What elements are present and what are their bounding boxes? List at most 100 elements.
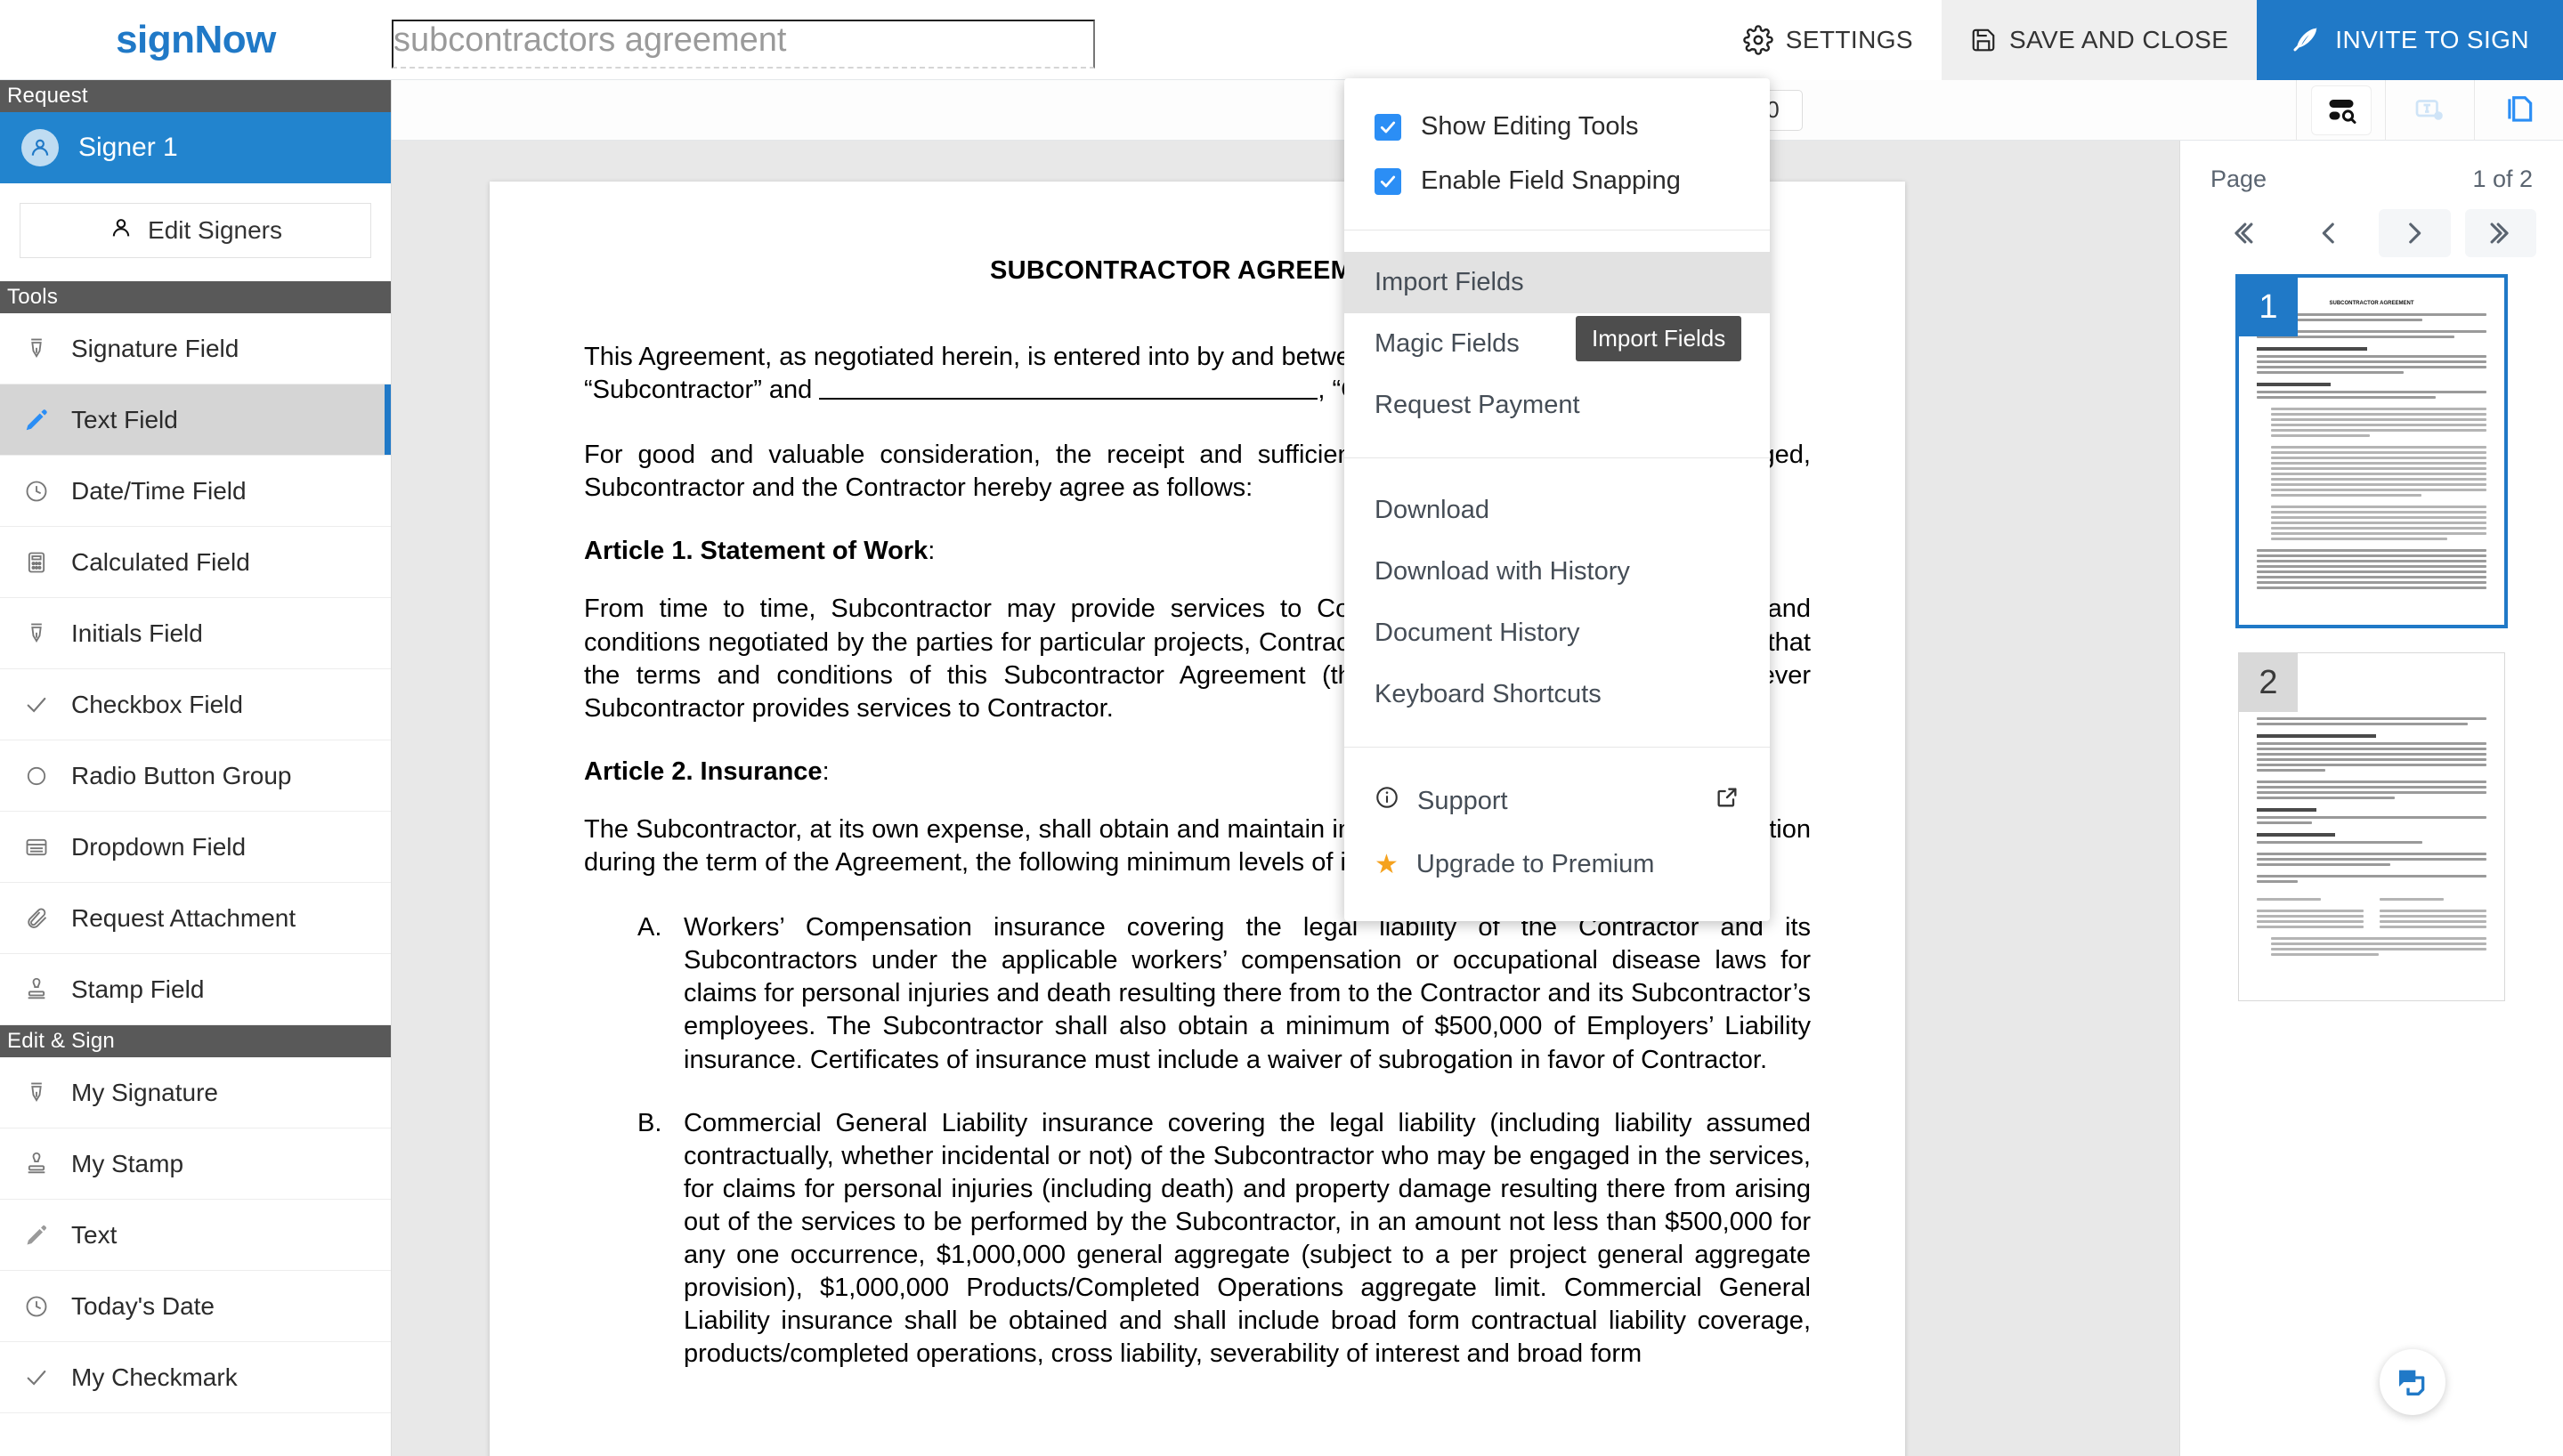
user-avatar-icon [21, 129, 59, 166]
page-indicator: Page 1 of 2 [2180, 141, 2563, 204]
sidebar-item-label: Text [71, 1220, 118, 1249]
duplicate-pages-icon[interactable] [2474, 80, 2563, 141]
menu-checkbox-show-editing-tools[interactable]: Show Editing Tools [1344, 100, 1770, 154]
article-2-colon: : [822, 756, 830, 786]
first-page-icon[interactable] [2207, 209, 2279, 257]
menu-item-upgrade-to-premium[interactable]: ★ Upgrade to Premium [1344, 833, 1770, 896]
sidebar-item-label: Signature Field [71, 334, 239, 362]
sidebar-item-request-attachment[interactable]: Request Attachment [0, 883, 391, 954]
invite-to-sign-button[interactable]: INVITE TO SIGN [2257, 0, 2563, 80]
menu-item-document-history[interactable]: Document History [1344, 603, 1770, 664]
sidebar-item-signer-1[interactable]: Signer 1 [0, 112, 391, 183]
sidebar-item-stamp-field[interactable]: Stamp Field [0, 954, 391, 1025]
save-and-close-button[interactable]: SAVE AND CLOSE [1941, 0, 2258, 80]
app-header: signNow SETTINGS SAVE AND CLOS [0, 0, 2563, 80]
floppy-disk-icon [1970, 27, 1997, 53]
star-icon: ★ [1375, 850, 1399, 879]
document-options-menu: Show Editing Tools Enable Field Snapping… [1344, 78, 1770, 921]
sidebar-item-label: Dropdown Field [71, 832, 247, 861]
article-1-colon: : [928, 537, 936, 566]
menu-item-label: Upgrade to Premium [1415, 850, 1655, 878]
list-marker: B. [637, 1108, 662, 1137]
sidebar-item-my-checkmark[interactable]: My Checkmark [0, 1342, 391, 1413]
document-insurance-list: A. Workers’ Compensation insurance cover… [584, 911, 1811, 1371]
menu-checkbox-label: Show Editing Tools [1421, 112, 1639, 141]
para1-part-c: “Subcontractor” and [584, 376, 813, 405]
sidebar-item-label: My Checkmark [71, 1363, 238, 1391]
page-label: Page [2210, 166, 2267, 192]
user-icon [109, 215, 134, 247]
sidebar-item-label: Calculated Field [71, 547, 250, 576]
dropdown-icon [21, 835, 52, 860]
left-sidebar: Request Signer 1 Edit Signers Tools Sign… [0, 80, 392, 1456]
invite-to-sign-label: INVITE TO SIGN [2335, 26, 2529, 53]
menu-group-toggles: Show Editing Tools Enable Field Snapping [1344, 78, 1770, 230]
sidebar-section-tools: Tools [0, 281, 391, 313]
chat-bubble-icon[interactable] [2380, 1349, 2445, 1415]
page-count: 1 of 2 [2472, 166, 2533, 192]
document-title-input[interactable] [392, 20, 1095, 69]
list-item: B. Commercial General Liability insuranc… [637, 1107, 1811, 1371]
pen-nib-icon [21, 1080, 52, 1105]
pen-nib-icon [21, 336, 52, 361]
prev-page-icon[interactable] [2293, 209, 2365, 257]
page-thumbnail-1[interactable]: 1 SUBCONTRACTOR AGREEMENT [2235, 274, 2508, 628]
menu-item-request-payment[interactable]: Request Payment [1344, 375, 1770, 436]
menu-group-help: Support ★ Upgrade to Premium [1344, 747, 1770, 918]
page-thumbnail-2[interactable]: 2 [2238, 652, 2505, 1001]
circle-icon [21, 764, 52, 788]
external-link-icon [1715, 785, 1740, 817]
stamp-icon [21, 1152, 52, 1177]
toolbar-right-group [2296, 80, 2563, 141]
thumbnail-page-number: 2 [2239, 653, 2298, 712]
menu-checkbox-enable-field-snapping[interactable]: Enable Field Snapping [1344, 154, 1770, 208]
field-settings-icon[interactable] [2385, 80, 2474, 141]
sidebar-item-todays-date[interactable]: Today's Date [0, 1271, 391, 1342]
thumbnail-page-number: 1 [2239, 278, 2298, 336]
next-page-icon[interactable] [2379, 209, 2451, 257]
sidebar-item-initials-field[interactable]: Initials Field [0, 598, 391, 669]
article-1-heading: Article 1. Statement of Work [584, 537, 929, 566]
edit-signers-button[interactable]: Edit Signers [20, 203, 371, 258]
clock-icon [21, 479, 52, 504]
sidebar-item-label: Radio Button Group [71, 761, 292, 789]
signnow-logo[interactable]: signNow [0, 0, 392, 79]
sidebar-item-my-signature[interactable]: My Signature [0, 1057, 391, 1128]
gear-icon [1743, 25, 1773, 55]
sidebar-item-label: My Signature [71, 1078, 218, 1106]
sidebar-item-signature-field[interactable]: Signature Field [0, 313, 391, 384]
sidebar-item-label: Request Attachment [71, 903, 296, 932]
settings-button[interactable]: SETTINGS [1714, 0, 1942, 80]
menu-item-download[interactable]: Download [1344, 480, 1770, 541]
calculator-icon [21, 550, 52, 575]
menu-checkbox-label: Enable Field Snapping [1421, 166, 1681, 195]
menu-item-keyboard-shortcuts[interactable]: Keyboard Shortcuts [1344, 664, 1770, 725]
menu-item-support[interactable]: Support [1344, 769, 1770, 833]
sidebar-item-label: Date/Time Field [71, 476, 247, 505]
list-item: A. Workers’ Compensation insurance cover… [637, 911, 1811, 1077]
sidebar-item-text-field[interactable]: Text Field [0, 384, 391, 456]
sidebar-item-label: Stamp Field [71, 975, 205, 1003]
sidebar-item-text[interactable]: Text [0, 1200, 391, 1271]
check-icon [21, 692, 52, 717]
menu-item-download-with-history[interactable]: Download with History [1344, 541, 1770, 603]
clock-icon [21, 1294, 52, 1319]
sidebar-item-label: My Stamp [71, 1149, 184, 1177]
menu-item-import-fields[interactable]: Import Fields [1344, 252, 1770, 313]
sidebar-item-checkbox-field[interactable]: Checkbox Field [0, 669, 391, 740]
pen-nib-icon [21, 621, 52, 646]
list-text: Workers’ Compensation insurance covering… [684, 913, 1811, 1074]
sidebar-item-calculated-field[interactable]: Calculated Field [0, 527, 391, 598]
last-page-icon[interactable] [2464, 209, 2536, 257]
checkbox-checked-icon [1375, 167, 1401, 195]
checkbox-checked-icon [1375, 113, 1401, 141]
sidebar-item-label: Today's Date [71, 1291, 215, 1320]
sidebar-item-my-stamp[interactable]: My Stamp [0, 1128, 391, 1200]
sidebar-item-radio-button-group[interactable]: Radio Button Group [0, 740, 391, 812]
header-spacer [1095, 0, 1715, 79]
sidebar-item-date-time-field[interactable]: Date/Time Field [0, 456, 391, 527]
list-marker: A. [637, 913, 662, 942]
field-search-icon[interactable] [2296, 80, 2385, 141]
sidebar-item-dropdown-field[interactable]: Dropdown Field [0, 812, 391, 883]
signnow-editor: signNow SETTINGS SAVE AND CLOS [0, 0, 2563, 1456]
